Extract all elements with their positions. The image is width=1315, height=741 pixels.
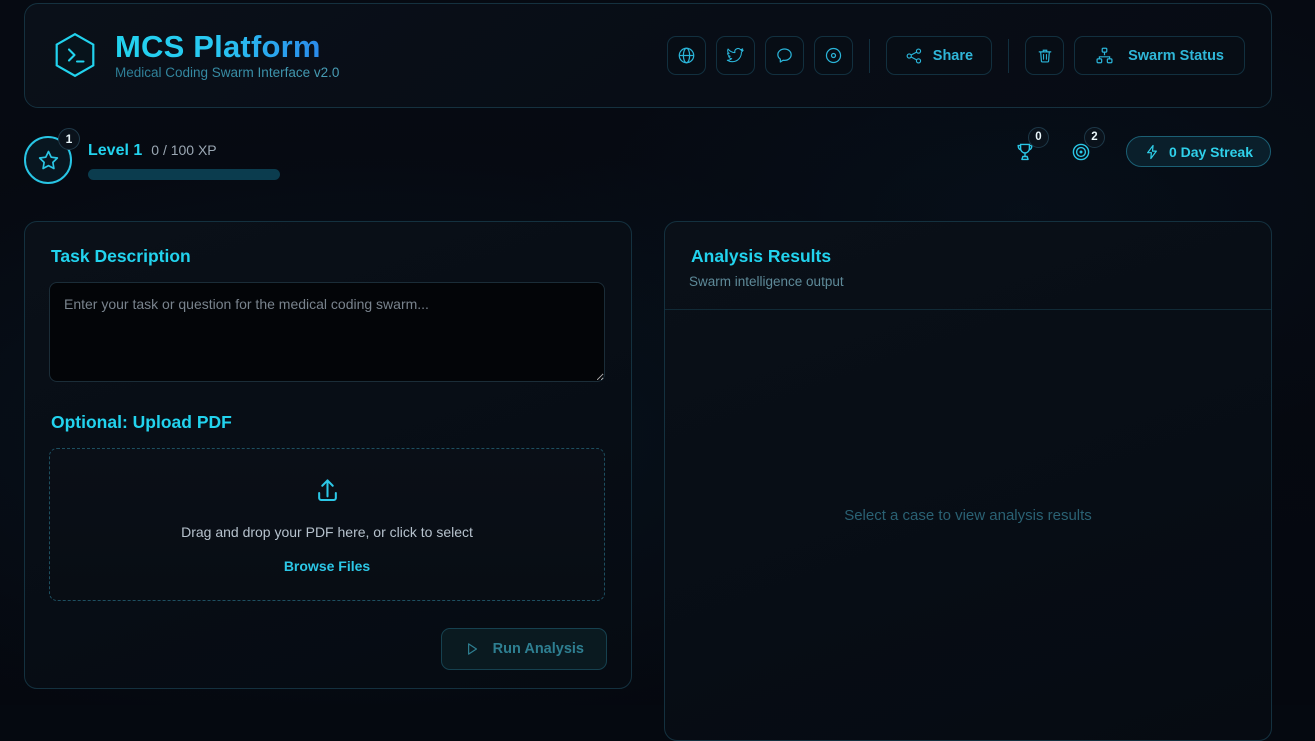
level-number-badge: 1 <box>58 128 80 150</box>
header-actions: Share Swarm Status <box>666 36 1245 75</box>
pdf-dropzone[interactable]: Drag and drop your PDF here, or click to… <box>49 448 605 601</box>
level-row: 1 Level 1 0 / 100 XP 0 2 0 Day Streak <box>0 126 1315 204</box>
results-panel-body: Select a case to view analysis results <box>665 310 1271 721</box>
play-icon <box>464 641 480 657</box>
disc-icon <box>824 46 843 65</box>
trash-icon <box>1036 47 1054 65</box>
brand-text: MCS Platform Medical Coding Swarm Interf… <box>115 30 340 81</box>
globe-icon <box>677 46 696 65</box>
swarm-status-button[interactable]: Swarm Status <box>1074 36 1245 75</box>
upload-title: Optional: Upload PDF <box>51 412 232 432</box>
analysis-results-subtitle: Swarm intelligence output <box>689 274 844 289</box>
task-description-title: Task Description <box>51 246 191 266</box>
chat-icon <box>775 46 794 65</box>
level-xp: 0 / 100 XP <box>151 142 217 158</box>
disc-button[interactable] <box>813 36 853 75</box>
chat-button[interactable] <box>764 36 804 75</box>
header-divider-1 <box>868 38 870 73</box>
delete-button[interactable] <box>1025 36 1065 75</box>
streak-badge[interactable]: 0 Day Streak <box>1125 136 1271 167</box>
results-panel: Analysis Results Swarm intelligence outp… <box>664 221 1272 741</box>
run-row: Run Analysis <box>49 628 607 670</box>
globe-button[interactable] <box>666 36 706 75</box>
hexagon-terminal-icon <box>53 32 97 78</box>
app-root: MCS Platform Medical Coding Swarm Interf… <box>0 0 1315 741</box>
app-header: MCS Platform Medical Coding Swarm Interf… <box>24 3 1272 108</box>
xp-progress-bar <box>88 169 280 180</box>
results-panel-header: Analysis Results Swarm intelligence outp… <box>665 222 1271 310</box>
browse-files-link[interactable]: Browse Files <box>284 558 370 574</box>
goals-count: 2 <box>1083 126 1105 148</box>
dropzone-text: Drag and drop your PDF here, or click to… <box>181 524 473 540</box>
task-input[interactable] <box>49 282 605 382</box>
brand: MCS Platform Medical Coding Swarm Interf… <box>53 30 340 81</box>
share-nodes-icon <box>905 47 923 65</box>
header-divider-2 <box>1008 38 1010 73</box>
run-analysis-label: Run Analysis <box>492 641 584 657</box>
run-analysis-button[interactable]: Run Analysis <box>440 628 607 670</box>
streak-label: 0 Day Streak <box>1168 143 1253 160</box>
achievements-count: 0 <box>1027 126 1049 148</box>
share-label: Share <box>932 47 974 64</box>
page-title: MCS Platform <box>115 30 339 64</box>
level-line: Level 1 0 / 100 XP <box>88 142 280 160</box>
swarm-status-label: Swarm Status <box>1128 47 1224 64</box>
twitter-icon <box>726 46 745 65</box>
star-icon <box>36 148 61 173</box>
level-badge[interactable]: 1 <box>24 128 80 184</box>
hierarchy-icon <box>1095 46 1114 65</box>
results-empty-message: Select a case to view analysis results <box>844 507 1092 524</box>
level-title: Level 1 <box>88 142 143 159</box>
analysis-results-title: Analysis Results <box>691 246 832 266</box>
page-subtitle: Medical Coding Swarm Interface v2.0 <box>115 65 340 81</box>
stats-group: 0 2 0 Day Streak <box>1014 126 1271 167</box>
task-panel: Task Description Optional: Upload PDF Dr… <box>24 221 632 689</box>
level-summary: 1 Level 1 0 / 100 XP <box>24 128 280 184</box>
twitter-button[interactable] <box>715 36 755 75</box>
lightning-bolt-icon <box>1144 144 1160 160</box>
share-button[interactable]: Share <box>885 36 993 75</box>
upload-icon <box>312 475 343 506</box>
level-info: Level 1 0 / 100 XP <box>88 140 280 180</box>
achievements-stat[interactable]: 0 <box>1014 126 1049 163</box>
goals-stat[interactable]: 2 <box>1070 126 1105 163</box>
